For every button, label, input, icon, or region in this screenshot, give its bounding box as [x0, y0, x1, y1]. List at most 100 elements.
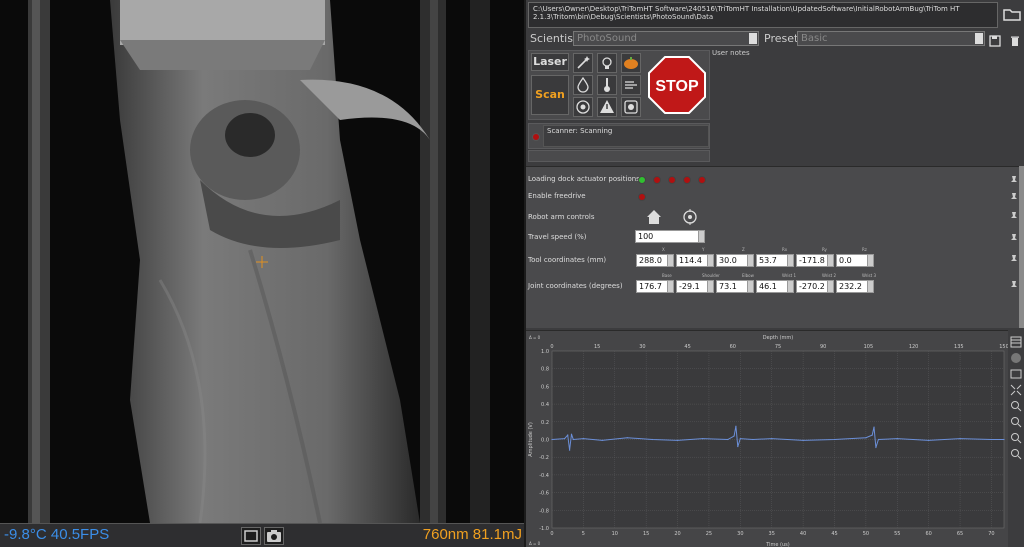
coordinate-value: 114.4 [679, 256, 702, 265]
record-tool-button[interactable] [621, 97, 641, 117]
spin-arrows-icon[interactable] [867, 255, 873, 266]
spin-arrows-icon[interactable] [667, 281, 673, 292]
folder-icon [1003, 9, 1021, 21]
wand-tool-button[interactable] [573, 53, 593, 73]
snapshot-button[interactable] [264, 527, 284, 545]
tool-coordinates-label: Tool coordinates (mm) [528, 256, 607, 264]
wind-tool-button[interactable] [621, 75, 641, 95]
top-tick-label: 105 [864, 344, 874, 350]
fullscreen-button[interactable] [241, 527, 261, 545]
open-folder-button[interactable] [1002, 4, 1022, 24]
travel-speed-input[interactable]: 100 [635, 230, 705, 243]
top-tick-label: 30 [639, 344, 645, 350]
table-icon[interactable] [1010, 336, 1022, 348]
loading-dock-row: Loading dock actuator positions [526, 172, 1020, 188]
y-tick-label: 1.0 [541, 349, 549, 355]
coordinate-caption: Z [742, 247, 745, 252]
robot-home-button[interactable] [644, 208, 664, 226]
zoom-x-icon[interactable] [1010, 432, 1022, 444]
coordinate-input[interactable]: 114.4 [676, 254, 714, 267]
zoom-y-icon[interactable] [1010, 448, 1022, 460]
pin-icon[interactable] [1010, 175, 1018, 184]
spin-arrows-icon[interactable] [827, 281, 833, 292]
spin-arrows-icon[interactable] [747, 281, 753, 292]
signal-point [568, 449, 571, 451]
pin-icon[interactable] [1010, 192, 1018, 201]
properties-scrollbar[interactable] [1019, 166, 1024, 328]
laser-readout: 760nm 81.1mJ [422, 526, 522, 543]
signal-point [1003, 438, 1005, 441]
laser-button[interactable]: Laser [531, 53, 569, 71]
coordinate-input[interactable]: 46.1 [756, 280, 794, 293]
scanner-status-text: Scanner: Scanning [543, 125, 709, 147]
coordinate-input[interactable]: 288.0 [636, 254, 674, 267]
spin-arrows-icon[interactable] [787, 281, 793, 292]
signal-point [626, 437, 628, 439]
crosshair-target-icon [683, 209, 697, 225]
preset-label: Preset [764, 32, 799, 45]
target-tool-button[interactable] [573, 97, 593, 117]
light-tool-button[interactable] [597, 53, 617, 73]
signal-point [727, 438, 729, 441]
wind-icon [625, 81, 637, 89]
x-tick-label: 70 [988, 531, 994, 537]
signal-chart[interactable]: 0 5 10 15 20 25 30 35 40 45 50 55 60 65 70 1.0 0.8 0.6 0.4… [526, 330, 1008, 547]
coordinate-input[interactable]: 53.7 [756, 254, 794, 267]
spin-arrows-icon[interactable] [867, 281, 873, 292]
coordinate-input[interactable]: -171.8 [796, 254, 834, 267]
color-wheel-icon[interactable] [1010, 352, 1022, 364]
thermometer-tool-button[interactable] [597, 75, 617, 95]
coordinate-input[interactable]: -270.2 [796, 280, 834, 293]
pin-icon[interactable] [1010, 280, 1018, 289]
coordinate-input[interactable]: 30.0 [716, 254, 754, 267]
water-tool-button[interactable] [573, 75, 593, 95]
stop-sign-icon: STOP [648, 56, 706, 114]
dock-led-3 [668, 176, 676, 184]
zoom-in-icon[interactable] [1010, 400, 1022, 412]
spin-arrows-icon[interactable] [707, 281, 713, 292]
save-preset-button[interactable] [989, 32, 1001, 47]
coordinate-caption: Y [702, 247, 705, 252]
stop-button[interactable]: STOP [647, 55, 707, 115]
preset-select[interactable]: Basic [797, 31, 985, 46]
fit-icon[interactable] [1010, 384, 1022, 396]
scientist-select[interactable]: PhotoSound [573, 31, 759, 46]
robot-arm-label: Robot arm controls [528, 213, 595, 221]
freedrive-toggle[interactable] [638, 193, 646, 201]
pin-icon[interactable] [1010, 233, 1018, 242]
coordinate-input[interactable]: 176.7 [636, 280, 674, 293]
zoom-out-icon[interactable] [1010, 416, 1022, 428]
warning-tool-button[interactable] [597, 97, 617, 117]
spin-arrows-icon[interactable] [698, 231, 704, 242]
spin-arrows-icon[interactable] [747, 255, 753, 266]
x-tick-label: 15 [643, 531, 649, 537]
coordinate-input[interactable]: 73.1 [716, 280, 754, 293]
spin-arrows-icon[interactable] [707, 255, 713, 266]
pumpkin-tool-button[interactable] [621, 53, 641, 73]
coordinate-input[interactable]: -29.1 [676, 280, 714, 293]
delete-preset-button[interactable] [1009, 32, 1021, 46]
robot-target-button[interactable] [680, 208, 700, 226]
y-tick-label: -0.2 [539, 455, 549, 461]
dock-led-4 [683, 176, 691, 184]
coordinate-value: 176.7 [639, 282, 662, 291]
thermometer-icon [604, 78, 610, 92]
spin-arrows-icon[interactable] [827, 255, 833, 266]
pin-icon[interactable] [1010, 211, 1018, 220]
chart-toolbar [1008, 330, 1024, 547]
spin-arrows-icon[interactable] [667, 255, 673, 266]
y-tick-label: 0.4 [541, 402, 549, 408]
camera-view[interactable] [0, 0, 524, 523]
coordinate-input[interactable]: 0.0 [836, 254, 874, 267]
magic-wand-icon [577, 56, 590, 69]
coordinate-input[interactable]: 232.2 [836, 280, 874, 293]
coordinate-value: 53.7 [759, 256, 777, 265]
signal-point [702, 438, 704, 440]
window-icon[interactable] [1010, 368, 1022, 380]
pin-icon[interactable] [1010, 254, 1018, 263]
signal-point [735, 425, 737, 427]
spin-arrows-icon[interactable] [787, 255, 793, 266]
scan-button[interactable]: Scan [531, 75, 569, 115]
joint-coordinates-row: Joint coordinates (degrees) Base 176.7 Sho… [526, 273, 1020, 295]
y-tick-label: 0.2 [541, 420, 549, 426]
